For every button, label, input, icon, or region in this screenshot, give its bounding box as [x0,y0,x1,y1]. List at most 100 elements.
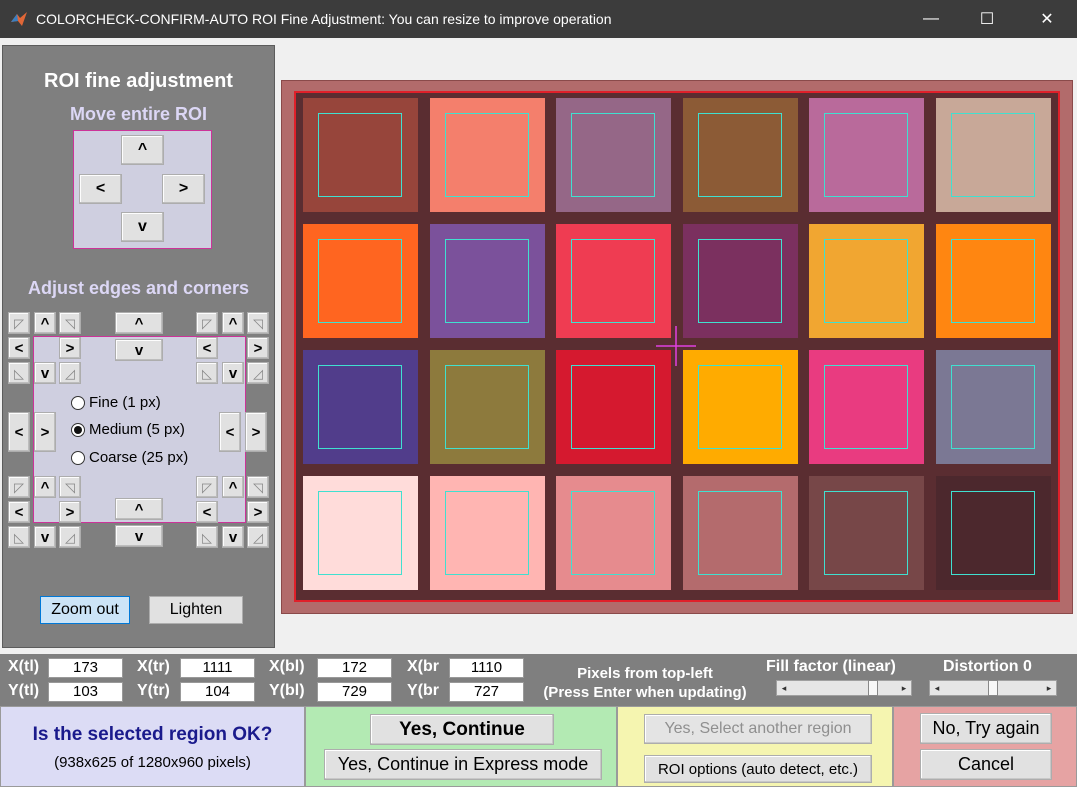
distortion-label: Distortion 0 [943,658,1032,675]
tl-left-button[interactable]: < [8,337,30,359]
tl-corner-downright-button[interactable]: ◿ [59,362,81,384]
br-corner-upright-button[interactable]: ◹ [247,476,269,498]
minimize-button[interactable]: — [902,0,960,38]
bl-right-button[interactable]: > [59,501,81,523]
step-fine-radio[interactable]: Fine (1 px) [71,394,161,411]
tr-right-button[interactable]: > [247,337,269,359]
slider-right-icon[interactable]: ▸ [897,681,911,695]
right-edge-right-button[interactable]: > [245,412,267,452]
tr-corner-upleft-button[interactable]: ◸ [196,312,218,334]
br-corner-downright-button[interactable]: ◿ [247,526,269,548]
window-title: COLORCHECK-CONFIRM-AUTO ROI Fine Adjustm… [36,11,612,27]
zoom-out-button[interactable]: Zoom out [40,596,130,624]
bl-up-button[interactable]: ^ [34,476,56,498]
roi-box [444,491,529,575]
top-edge-up-button[interactable]: ^ [115,312,163,334]
pixels-note-line2: (Press Enter when updating) [543,684,747,701]
xtl-field[interactable]: 173 [48,658,123,678]
xbl-field[interactable]: 172 [317,658,392,678]
bl-left-button[interactable]: < [8,501,30,523]
move-roi-heading: Move entire ROI [69,104,208,124]
color-patch [556,98,671,212]
pixels-note-line1: Pixels from top-left [577,665,713,682]
tl-corner-downleft-button[interactable]: ◺ [8,362,30,384]
no-try-again-button[interactable]: No, Try again [920,713,1052,744]
left-edge-right-button[interactable]: > [34,412,56,452]
br-down-button[interactable]: v [222,526,244,548]
xtr-field[interactable]: 1111 [180,658,255,678]
slider-left-icon[interactable]: ◂ [777,681,791,695]
ytl-field[interactable]: 103 [48,682,123,702]
move-left-button[interactable]: < [79,174,122,204]
bl-corner-downright-button[interactable]: ◿ [59,526,81,548]
cancel-button[interactable]: Cancel [920,749,1052,780]
br-corner-upleft-button[interactable]: ◸ [196,476,218,498]
roi-box [824,491,908,575]
color-patch [935,476,1051,590]
color-patch [935,224,1051,338]
xtl-label: X(tl) [8,658,40,675]
xbr-field[interactable]: 1110 [449,658,524,678]
adjust-edges-heading: Adjust edges and corners [27,278,250,298]
tr-corner-downright-button[interactable]: ◿ [247,362,269,384]
br-corner-downleft-button[interactable]: ◺ [196,526,218,548]
step-coarse-radio[interactable]: Coarse (25 px) [71,449,188,466]
yes-express-button[interactable]: Yes, Continue in Express mode [324,749,602,780]
tl-right-button[interactable]: > [59,337,81,359]
slider-thumb[interactable] [867,680,878,696]
xbr-label: X(br [407,658,439,675]
xtr-label: X(tr) [137,658,170,675]
ytl-label: Y(tl) [8,682,40,699]
bl-corner-upright-button[interactable]: ◹ [59,476,81,498]
tr-left-button[interactable]: < [196,337,218,359]
minimize-icon: — [923,10,939,27]
roi-box [950,239,1035,323]
tr-up-button[interactable]: ^ [222,312,244,334]
top-edge-down-button[interactable]: v [115,339,163,361]
roi-box [571,239,655,323]
step-medium-radio[interactable]: Medium (5 px) [71,421,185,438]
close-button[interactable]: ✕ [1018,0,1076,38]
bottom-edge-up-button[interactable]: ^ [115,498,163,520]
distortion-slider[interactable]: ◂ ▸ [929,680,1057,696]
br-up-button[interactable]: ^ [222,476,244,498]
tl-down-button[interactable]: v [34,362,56,384]
roi-options-button[interactable]: ROI options (auto detect, etc.) [644,755,872,783]
lighten-button[interactable]: Lighten [149,596,243,624]
bl-corner-upleft-button[interactable]: ◸ [8,476,30,498]
move-right-button[interactable]: > [162,174,205,204]
color-patch [935,350,1051,464]
tr-corner-upright-button[interactable]: ◹ [247,312,269,334]
move-down-button[interactable]: v [121,212,164,242]
fill-factor-slider[interactable]: ◂ ▸ [776,680,912,696]
left-edge-left-button[interactable]: < [8,412,30,452]
move-up-button[interactable]: ^ [121,135,164,165]
bottom-edge-down-button[interactable]: v [115,525,163,547]
crosshair-icon [656,326,696,366]
br-left-button[interactable]: < [196,501,218,523]
br-right-button[interactable]: > [247,501,269,523]
roi-box [571,491,655,575]
ytr-field[interactable]: 104 [180,682,255,702]
tl-corner-upleft-button[interactable]: ◸ [8,312,30,334]
image-view[interactable] [281,80,1073,614]
radio-circle [71,395,85,410]
ybr-field[interactable]: 727 [449,682,524,702]
slider-right-icon[interactable]: ▸ [1042,681,1056,695]
slider-thumb[interactable] [988,680,998,696]
tl-up-button[interactable]: ^ [34,312,56,334]
right-edge-left-button[interactable]: < [219,412,241,452]
tr-corner-downleft-button[interactable]: ◺ [196,362,218,384]
bl-corner-downleft-button[interactable]: ◺ [8,526,30,548]
maximize-button[interactable]: ☐ [958,0,1016,38]
slider-left-icon[interactable]: ◂ [930,681,944,695]
yes-continue-button[interactable]: Yes, Continue [370,714,554,745]
tl-corner-upright-button[interactable]: ◹ [59,312,81,334]
color-patch [809,224,924,338]
bl-down-button[interactable]: v [34,526,56,548]
ybl-field[interactable]: 729 [317,682,392,702]
roi-box [318,491,402,575]
select-another-region-button[interactable]: Yes, Select another region [644,714,872,744]
tr-down-button[interactable]: v [222,362,244,384]
reject-panel: No, Try again Cancel [893,706,1077,787]
